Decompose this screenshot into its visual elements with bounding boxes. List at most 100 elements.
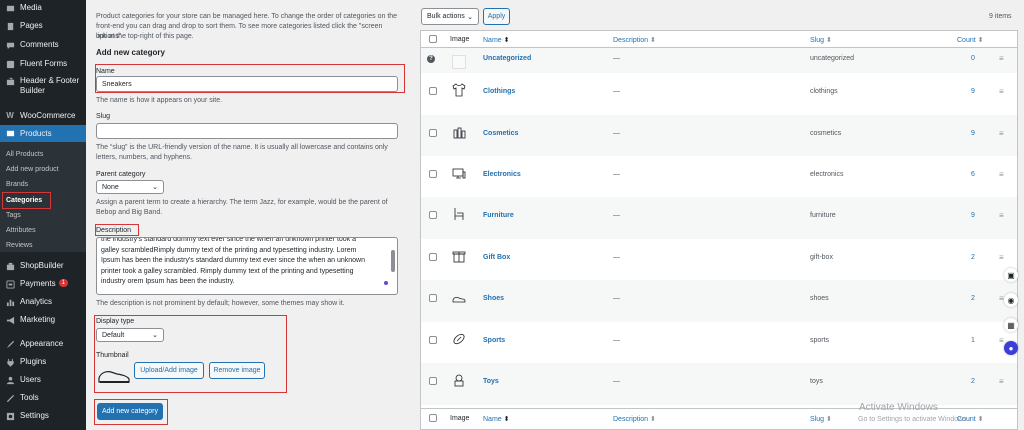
footer-column-name[interactable]: Name ⬍ [483, 415, 510, 423]
table-row[interactable]: Electronics — electronics 6 ≡ [421, 156, 1017, 197]
category-count[interactable]: 6 [971, 171, 975, 178]
drag-handle-icon[interactable]: ≡ [999, 211, 1004, 220]
menu-plugins[interactable]: Plugins [0, 357, 86, 367]
category-name[interactable]: Shoes [483, 295, 504, 302]
category-slug: uncategorized [810, 55, 854, 62]
menu-analytics[interactable]: Analytics [0, 297, 86, 307]
category-name[interactable]: Clothings [483, 88, 515, 95]
row-checkbox[interactable] [429, 170, 437, 178]
table-row[interactable]: Cosmetics — cosmetics 9 ≡ [421, 115, 1017, 156]
menu-payments[interactable]: Payments 1 [0, 279, 86, 289]
grid-icon[interactable]: ▦ [1004, 318, 1018, 332]
category-count[interactable]: 9 [971, 88, 975, 95]
row-checkbox[interactable] [429, 377, 437, 385]
footer-column-description[interactable]: Description ⬍ [613, 415, 656, 423]
menu-tools[interactable]: Tools [0, 393, 86, 403]
submenu-add-new-product[interactable]: Add new product [6, 165, 59, 174]
add-new-category-button[interactable]: Add new category [97, 403, 163, 420]
submenu-reviews[interactable]: Reviews [6, 241, 32, 250]
placeholder-icon [452, 55, 466, 69]
category-name[interactable]: Toys [483, 378, 499, 385]
select-all-checkbox[interactable] [429, 35, 437, 43]
menu-media[interactable]: Media [0, 3, 86, 13]
row-checkbox[interactable] [429, 336, 437, 344]
upload-image-button[interactable]: Upload/Add image [134, 362, 204, 379]
submenu-attributes[interactable]: Attributes [6, 226, 36, 235]
menu-comments[interactable]: Comments [0, 40, 86, 50]
row-checkbox[interactable] [429, 253, 437, 261]
row-checkbox[interactable] [429, 129, 437, 137]
parent-category-select[interactable]: None ⌄ [96, 180, 164, 194]
category-count[interactable]: 2 [971, 254, 975, 261]
drag-handle-icon[interactable]: ≡ [999, 170, 1004, 179]
menu-fluent-forms[interactable]: Fluent Forms [0, 59, 86, 69]
submenu-brands[interactable]: Brands [6, 180, 28, 189]
table-row[interactable]: Sports — sports 1 ≡ [421, 322, 1017, 363]
menu-users[interactable]: Users [0, 375, 86, 385]
slug-field[interactable] [96, 123, 398, 139]
book-icon[interactable]: ▣ [1004, 268, 1018, 282]
drag-handle-icon[interactable]: ≡ [999, 294, 1004, 303]
category-name[interactable]: Electronics [483, 171, 521, 178]
chevron-down-icon: ⌄ [467, 13, 473, 21]
menu-marketing[interactable]: Marketing [0, 315, 86, 325]
drag-handle-icon[interactable]: ≡ [999, 377, 1004, 386]
submenu-all-products[interactable]: All Products [6, 150, 43, 159]
table-row[interactable]: Shoes — shoes 2 ≡ [421, 280, 1017, 322]
display-type-select[interactable]: Default ⌄ [96, 328, 164, 342]
menu-shopbuilder[interactable]: ShopBuilder [0, 261, 86, 271]
menu-header-footer[interactable]: Header & Footer Builder [0, 76, 86, 96]
row-checkbox[interactable] [429, 211, 437, 219]
category-count[interactable]: 1 [971, 337, 975, 344]
table-row[interactable]: Toys — toys 2 ≡ [421, 363, 1017, 405]
menu-woocommerce[interactable]: W WooCommerce [0, 111, 86, 121]
row-checkbox[interactable] [429, 87, 437, 95]
name-field[interactable] [96, 76, 398, 92]
menu-pages[interactable]: Pages [0, 21, 86, 31]
menu-label: Plugins [20, 357, 47, 366]
footer-column-slug[interactable]: Slug ⬍ [810, 415, 832, 423]
sort-icon: ⬍ [977, 416, 984, 423]
drag-handle-icon[interactable]: ≡ [999, 336, 1004, 345]
menu-products[interactable]: Products [0, 125, 86, 142]
remove-image-button[interactable]: Remove image [209, 362, 265, 379]
apply-button[interactable]: Apply [483, 8, 510, 25]
category-name[interactable]: Sports [483, 337, 505, 344]
drag-handle-icon[interactable]: ≡ [999, 54, 1004, 63]
column-description[interactable]: Description ⬍ [613, 36, 656, 44]
table-row[interactable]: Furniture — furniture 9 ≡ [421, 197, 1017, 239]
table-row[interactable]: ? Uncategorized — uncategorized 0 ≡ [421, 48, 1017, 73]
description-textarea[interactable]: the industry's standard dummy text ever … [96, 237, 398, 295]
menu-label: Marketing [20, 315, 56, 324]
category-count[interactable]: 9 [971, 212, 975, 219]
submenu-tags[interactable]: Tags [6, 211, 21, 220]
category-count[interactable]: 0 [971, 55, 975, 62]
textarea-scrollbar[interactable] [391, 250, 395, 272]
activate-windows-title: Activate Windows [859, 402, 938, 413]
category-name[interactable]: Cosmetics [483, 130, 518, 137]
menu-settings[interactable]: Settings [0, 411, 86, 421]
thumbnail-label: Thumbnail [96, 352, 129, 359]
bulk-actions-select[interactable]: Bulk actions ⌄ [421, 8, 479, 25]
category-count[interactable]: 2 [971, 378, 975, 385]
table-row[interactable]: Gift Box — gift-box 2 ≡ [421, 239, 1017, 280]
column-slug[interactable]: Slug ⬍ [810, 36, 832, 44]
drag-handle-icon[interactable]: ≡ [999, 253, 1004, 262]
category-name[interactable]: Gift Box [483, 254, 510, 261]
category-count[interactable]: 9 [971, 130, 975, 137]
table-row[interactable]: Clothings — clothings 9 ≡ [421, 73, 1017, 115]
slug-label: Slug [96, 113, 111, 120]
select-all-checkbox-footer[interactable] [429, 414, 437, 422]
help-circle-icon[interactable]: ◉ [1004, 293, 1018, 307]
drag-handle-icon[interactable]: ≡ [999, 87, 1004, 96]
category-name[interactable]: Furniture [483, 212, 514, 219]
row-checkbox[interactable] [429, 294, 437, 302]
column-count[interactable]: Count ⬍ [957, 36, 984, 44]
drag-handle-icon[interactable]: ≡ [999, 129, 1004, 138]
menu-label: ShopBuilder [20, 261, 64, 270]
column-name[interactable]: Name ⬍ [483, 36, 510, 44]
category-count[interactable]: 2 [971, 295, 975, 302]
chat-bot-icon[interactable]: ● [1004, 341, 1018, 355]
menu-appearance[interactable]: Appearance [0, 339, 86, 349]
category-name[interactable]: Uncategorized [483, 55, 531, 62]
